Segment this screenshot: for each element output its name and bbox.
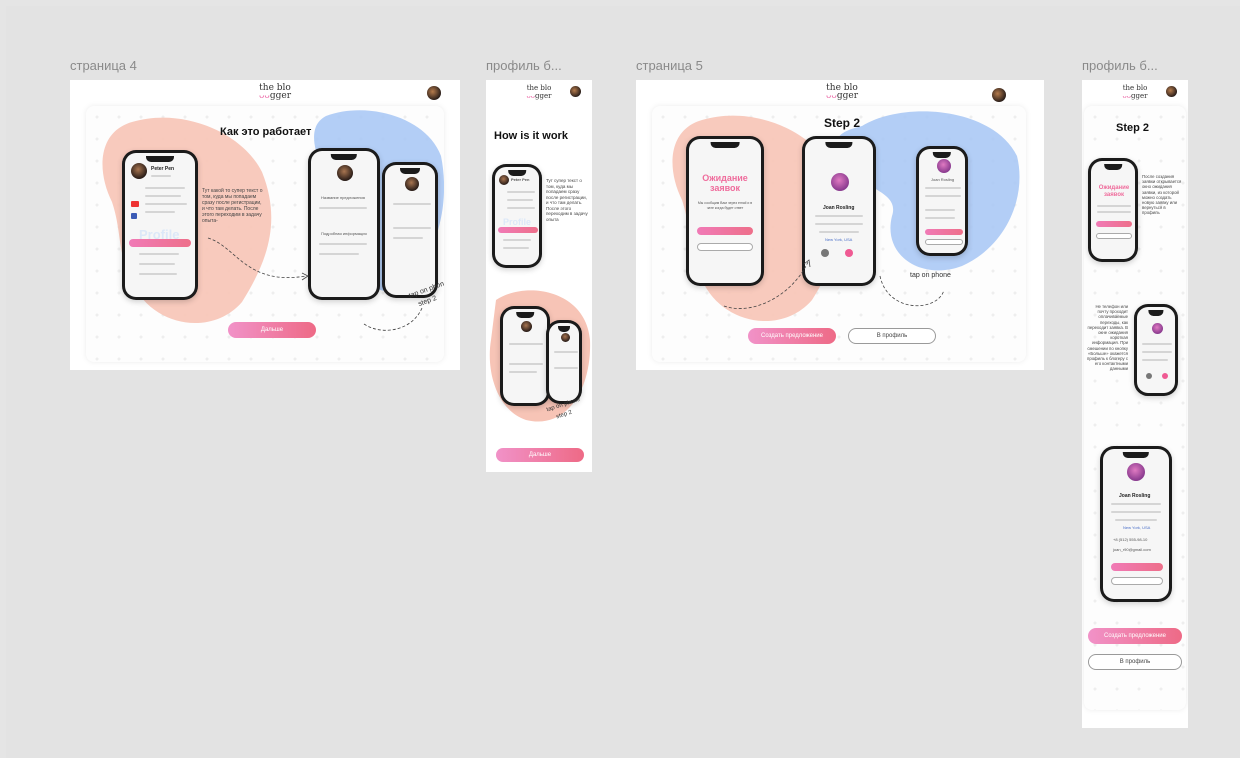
phone-mockup-blogger: Joan Rosling New York, USA xyxy=(802,136,876,286)
logo-line1: the blo xyxy=(526,84,552,92)
blogger-name: Joan Rosling xyxy=(931,177,955,182)
phone-mockup-profile: Peter Pen Profile xyxy=(492,164,542,268)
phone-screen: Joan Rosling New York, USA +8 (512) 555-… xyxy=(1103,449,1169,599)
brand-logo: the blo ᴗᴗgger xyxy=(522,84,556,100)
design-canvas: страница 4 the blo ᴗᴗgger Как это работа… xyxy=(6,6,1240,758)
phone-screen xyxy=(549,323,579,401)
logo-line2: ᴗᴗgger xyxy=(526,92,552,100)
to-profile-button[interactable]: В профиль xyxy=(1088,654,1182,670)
user-avatar-icon[interactable] xyxy=(1166,86,1177,97)
user-avatar-icon[interactable] xyxy=(427,86,441,100)
waiting-profile-button xyxy=(697,243,753,251)
phone-screen: Название предложения Подробная информаци… xyxy=(311,151,377,297)
phone-screen: Peter Pen Profile xyxy=(125,153,195,297)
create-offer-button[interactable]: Создать предложение xyxy=(748,328,836,344)
tap-hint: tap on phone xyxy=(910,272,951,279)
waiting-new-button xyxy=(697,227,753,235)
phone-mockup-offer-alt xyxy=(546,320,582,404)
frame-label-blogger-profile-2[interactable]: профиль б... xyxy=(1082,58,1158,73)
blogger-name: Joan Rosling xyxy=(823,205,855,211)
logo-line1: the blo xyxy=(1122,84,1148,92)
phone-mockup-blogger-small xyxy=(1134,304,1178,396)
next-button[interactable]: Дальше xyxy=(496,448,584,462)
content-card: Как это работает Peter Pen Profile Тут к… xyxy=(86,106,444,362)
page-title: Step 2 xyxy=(824,116,861,130)
profile-name: Peter Pen xyxy=(511,177,530,182)
phone-screen xyxy=(1137,307,1175,393)
dashed-arrow-icon xyxy=(363,307,423,331)
phone-screen xyxy=(385,165,435,295)
blogger-location: New York, USA xyxy=(825,237,853,242)
blogger-name: Joan Rosling xyxy=(1119,493,1151,499)
phone-mockup-offer: Название предложения Подробная информаци… xyxy=(308,148,380,300)
to-profile-button[interactable]: В профиль xyxy=(848,328,936,344)
frame-label-page5[interactable]: страница 5 xyxy=(636,58,703,73)
explanation-text: Тут какой то супер текст о том, куда мы … xyxy=(202,188,263,224)
content-card: Step 2 Ожидание заявок После создания за… xyxy=(1084,106,1186,710)
page-title: Step 2 xyxy=(1116,122,1150,134)
frame-label-blogger-profile[interactable]: профиль б... xyxy=(486,58,562,73)
blogger-phone: +8 (512) 555-98-10 xyxy=(1113,537,1148,542)
blogger-email: joan_r90@gmail.com xyxy=(1113,547,1151,552)
frame-page5[interactable]: the blo ᴗᴗgger Step 2 Ожидание заявок Мы… xyxy=(636,80,1044,370)
explanation-text: Тут супер текст о том, куда мы попадаем … xyxy=(546,178,588,222)
profile-banner: Profile xyxy=(503,217,532,227)
waiting-text: Мы сообщим Вам через email и в чате когд… xyxy=(697,201,753,210)
frame-label-page4[interactable]: страница 4 xyxy=(70,58,137,73)
explanation-text-b: Не телефон или почту проходит оплачиваем… xyxy=(1087,304,1128,372)
phone-screen: Ожидание заявок xyxy=(1091,161,1135,259)
phone-mockup-profile: Peter Pen Profile xyxy=(122,150,198,300)
phone-screen: Joan Rosling xyxy=(919,149,965,253)
explanation-text-a: После создания заявки открывается окно о… xyxy=(1142,174,1182,216)
page-title: How is it work xyxy=(494,130,568,142)
frame-page4[interactable]: the blo ᴗᴗgger Как это работает Peter Pe… xyxy=(70,80,460,370)
waiting-title: Ожидание заявок xyxy=(1098,185,1130,198)
offer-info: Подробная информация xyxy=(321,231,367,236)
user-avatar-icon[interactable] xyxy=(570,86,581,97)
dashed-arrow-icon xyxy=(723,259,811,309)
phone-mockup-blogger-large: Joan Rosling New York, USA +8 (512) 555-… xyxy=(1100,446,1172,602)
dashed-arrow-icon xyxy=(879,275,945,307)
frame-blogger-profile-step2[interactable]: the blo ᴗᴗgger Step 2 Ожидание заявок По… xyxy=(1082,80,1188,728)
phone-mockup-offer xyxy=(500,306,550,406)
create-offer-button[interactable]: Создать предложение xyxy=(1088,628,1182,644)
logo-line2: ᴗᴗgger xyxy=(826,91,858,101)
dashed-arrow-icon xyxy=(207,237,309,281)
logo-line2: ᴗᴗgger xyxy=(259,91,291,101)
offer-title: Название предложения xyxy=(321,195,365,200)
profile-name: Peter Pen xyxy=(151,166,175,172)
brand-logo: the blo ᴗᴗgger xyxy=(255,84,295,101)
phone-screen: Joan Rosling New York, USA xyxy=(805,139,873,283)
blogger-location: New York, USA xyxy=(1123,525,1151,530)
frame-blogger-profile-mobile[interactable]: the blo ᴗᴗgger How is it work Peter Pen … xyxy=(486,80,592,472)
phone-mockup-offer-alt xyxy=(382,162,438,298)
user-avatar-icon[interactable] xyxy=(992,88,1006,102)
content-card: Step 2 Ожидание заявок Мы сообщим Вам че… xyxy=(652,106,1026,362)
phone-screen xyxy=(503,309,547,403)
page-title: Как это работает xyxy=(220,126,312,138)
next-button[interactable]: Дальше xyxy=(228,322,316,338)
phone-screen: Peter Pen Profile xyxy=(495,167,539,265)
profile-avatar xyxy=(131,163,147,179)
phone-mockup-waiting: Ожидание заявок xyxy=(1088,158,1138,262)
logo-line2: ᴗᴗgger xyxy=(1122,92,1148,100)
waiting-title: Ожидание заявок xyxy=(702,173,748,193)
brand-logo: the blo ᴗᴗgger xyxy=(822,84,862,101)
brand-logo: the blo ᴗᴗgger xyxy=(1118,84,1152,100)
phone-mockup-blogger-alt: Joan Rosling xyxy=(916,146,968,256)
